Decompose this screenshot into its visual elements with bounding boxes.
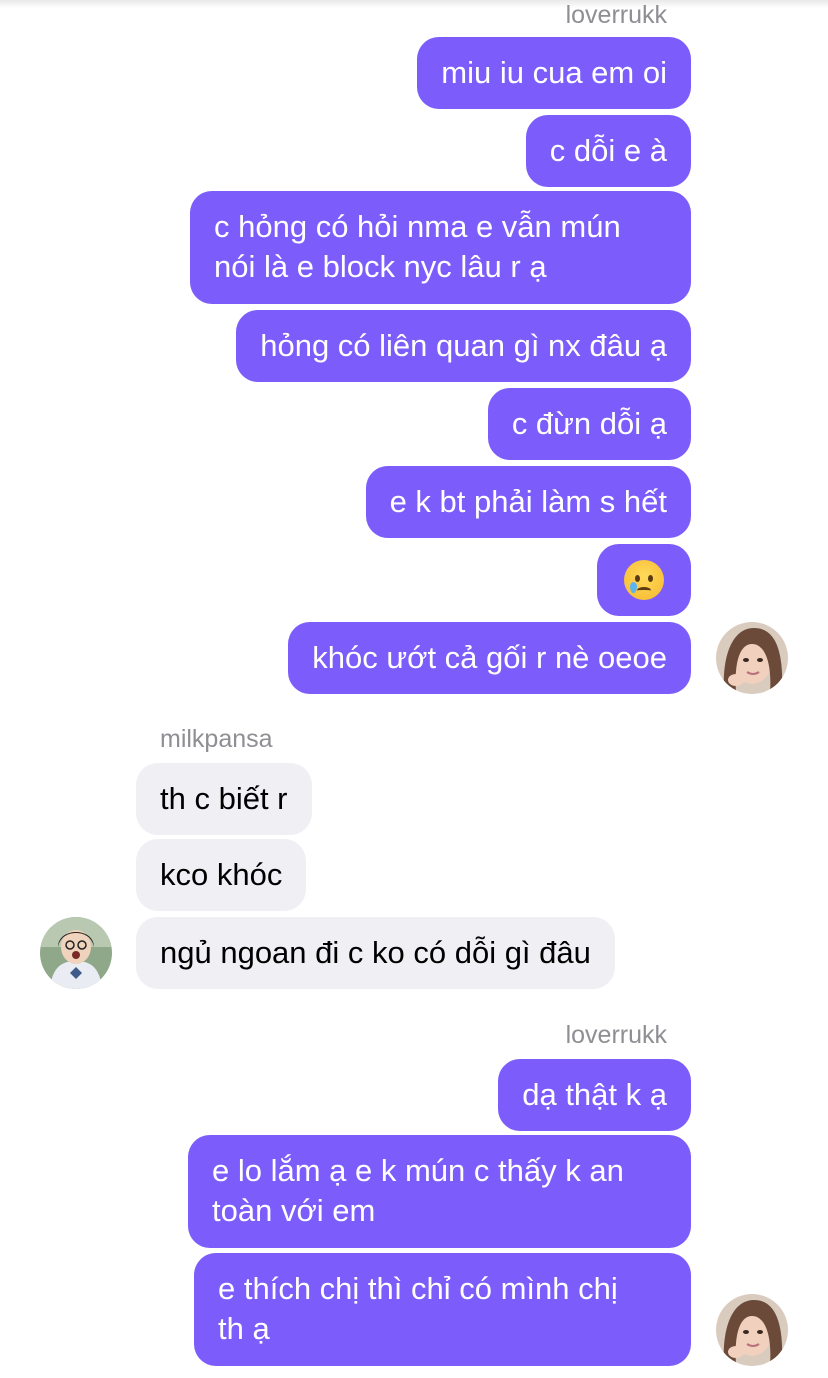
message-bubble[interactable]: c đừn dỗi ạ: [487, 388, 691, 460]
message-bubble[interactable]: th c biết r: [136, 763, 312, 835]
message-bubble[interactable]: dạ thật k ạ: [498, 1059, 691, 1131]
avatar-milkpansa-icon[interactable]: [40, 917, 112, 989]
message-bubble[interactable]: khóc ướt cả gối r nè oeoe: [288, 622, 691, 694]
crying-face-emoji-icon: [624, 560, 664, 600]
message-bubble[interactable]: ngủ ngoan đi c ko có dỗi gì đâu: [136, 917, 615, 989]
message-bubble[interactable]: miu iu cua em oi: [417, 37, 691, 109]
avatar-loverrukk-icon[interactable]: [716, 622, 788, 694]
message-bubble[interactable]: kco khóc: [136, 839, 307, 911]
message-bubble[interactable]: c dỗi e à: [525, 115, 691, 187]
message-bubble[interactable]: hỏng có liên quan gì nx đâu ạ: [236, 310, 691, 382]
avatar-loverrukk-icon[interactable]: [716, 1294, 788, 1366]
sender-name: loverrukk: [565, 1, 667, 29]
message-bubble[interactable]: c hỏng có hỏi nma e vẫn mún nói là e blo…: [190, 191, 691, 304]
emoji-bubble[interactable]: [597, 544, 691, 616]
sender-name: loverrukk: [565, 1021, 667, 1049]
message-bubble[interactable]: e thích chị thì chỉ có mình chị th ạ: [194, 1253, 691, 1366]
sender-name: milkpansa: [160, 725, 273, 753]
top-fade: [0, 0, 828, 8]
message-bubble[interactable]: e k bt phải làm s hết: [365, 466, 691, 538]
message-bubble[interactable]: e lo lắm ạ e k mún c thấy k an toàn với …: [188, 1135, 691, 1248]
